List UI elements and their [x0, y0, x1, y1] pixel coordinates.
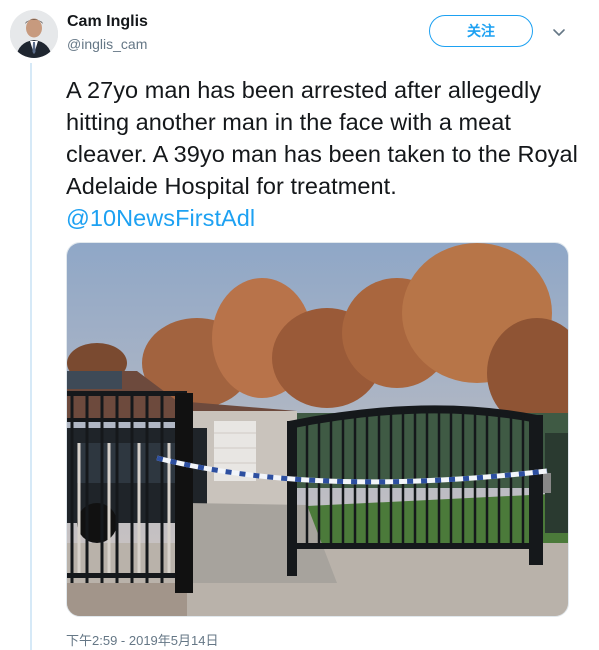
tweet-body: A 27yo man has been arrested after alleg…: [66, 77, 578, 199]
thread-line: [30, 63, 32, 650]
chevron-down-icon[interactable]: [551, 24, 567, 40]
follow-button[interactable]: 关注: [429, 15, 533, 47]
avatar[interactable]: [10, 10, 58, 58]
tweet-text: A 27yo man has been arrested after alleg…: [66, 74, 586, 234]
author-handle[interactable]: @inglis_cam: [67, 35, 147, 53]
author-name[interactable]: Cam Inglis: [67, 12, 148, 32]
tweet-photo[interactable]: [66, 242, 569, 617]
mention-link[interactable]: @10NewsFirstAdl: [66, 205, 255, 231]
tweet-timestamp[interactable]: 下午2:59 - 2019年5月14日: [66, 633, 218, 649]
